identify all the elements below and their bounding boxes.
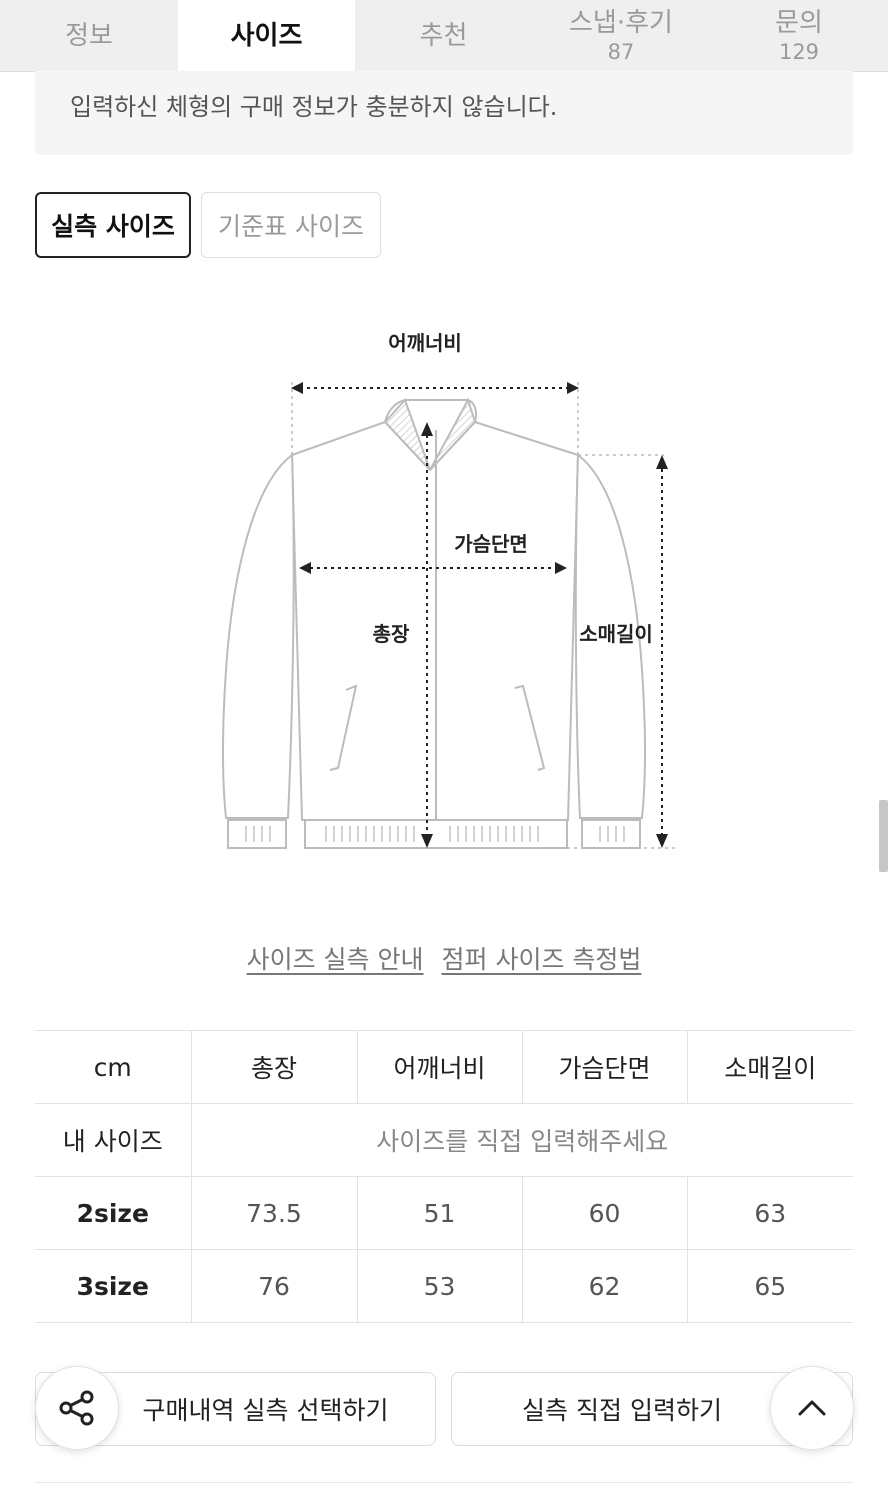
tab-count: 129 [778,39,820,64]
size-name: 3size [35,1249,191,1323]
manual-measure-label: 실측 직접 입력하기 [522,1396,722,1425]
cell-value: 53 [356,1249,522,1323]
standard-size-button[interactable]: 기준표 사이즈 [201,192,381,258]
header-shoulder: 어깨너비 [356,1030,522,1104]
size-table: cm 총장 어깨너비 가슴단면 소매길이 내 사이즈 사이즈를 직접 입력해주세… [35,1030,853,1323]
divider [35,1482,853,1483]
label-shoulder: 어깨너비 [388,331,462,355]
table-row-my-size[interactable]: 내 사이즈 사이즈를 직접 입력해주세요 [35,1103,853,1177]
cell-value: 62 [521,1249,687,1323]
my-size-label: 내 사이즈 [35,1103,191,1177]
cell-value: 73.5 [190,1176,357,1250]
header-length: 총장 [190,1030,357,1104]
size-guide-link[interactable]: 사이즈 실측 안내 [247,940,424,976]
tab-info[interactable]: 정보 [0,0,178,71]
size-info-notice: 입력하신 체형의 구매 정보가 충분하지 않습니다. [35,71,853,155]
my-size-input-hint[interactable]: 사이즈를 직접 입력해주세요 [190,1103,853,1177]
cell-value: 60 [521,1176,687,1250]
tab-label: 추천 [419,20,468,51]
jumper-measure-link[interactable]: 점퍼 사이즈 측정법 [442,940,642,976]
jacket-measurement-diagram: 어깨너비 가슴단면 총장 소매길이 [222,331,676,849]
label-chest: 가슴단면 [454,532,528,556]
tab-count: 87 [607,39,635,64]
tab-size[interactable]: 사이즈 [178,0,355,71]
cell-value: 65 [686,1249,853,1323]
tab-inquiry[interactable]: 문의 129 [710,0,888,71]
size-name: 2size [35,1176,191,1250]
table-row: 2size 73.5 51 60 63 [35,1176,853,1250]
header-sleeve: 소매길이 [686,1030,853,1104]
scrollbar-thumb[interactable] [879,800,888,872]
chevron-up-icon [798,1400,826,1416]
tab-label: 문의 [775,7,823,38]
tab-label: 사이즈 [230,20,303,51]
cell-value: 76 [190,1249,357,1323]
tab-label: 정보 [65,20,113,51]
header-unit: cm [35,1030,191,1104]
tab-snap-review[interactable]: 스냅·후기 87 [532,0,710,71]
tab-label: 스냅·후기 [569,7,673,38]
size-guide-links: 사이즈 실측 안내 점퍼 사이즈 측정법 [0,940,888,976]
tab-recommend[interactable]: 추천 [355,0,532,71]
table-row: 3size 76 53 62 65 [35,1249,853,1323]
share-icon [59,1390,94,1426]
label-length: 총장 [373,622,410,646]
header-chest: 가슴단면 [521,1030,687,1104]
table-header-row: cm 총장 어깨너비 가슴단면 소매길이 [35,1030,853,1104]
cell-value: 51 [356,1176,522,1250]
actual-size-button[interactable]: 실측 사이즈 [35,192,191,258]
scroll-top-button[interactable] [770,1366,854,1450]
tab-bar: 정보 사이즈 추천 스냅·후기 87 문의 129 [0,0,888,72]
cell-value: 63 [686,1176,853,1250]
label-sleeve: 소매길이 [579,622,653,646]
purchase-history-label: 구매내역 실측 선택하기 [142,1396,389,1425]
share-button[interactable] [35,1366,119,1450]
